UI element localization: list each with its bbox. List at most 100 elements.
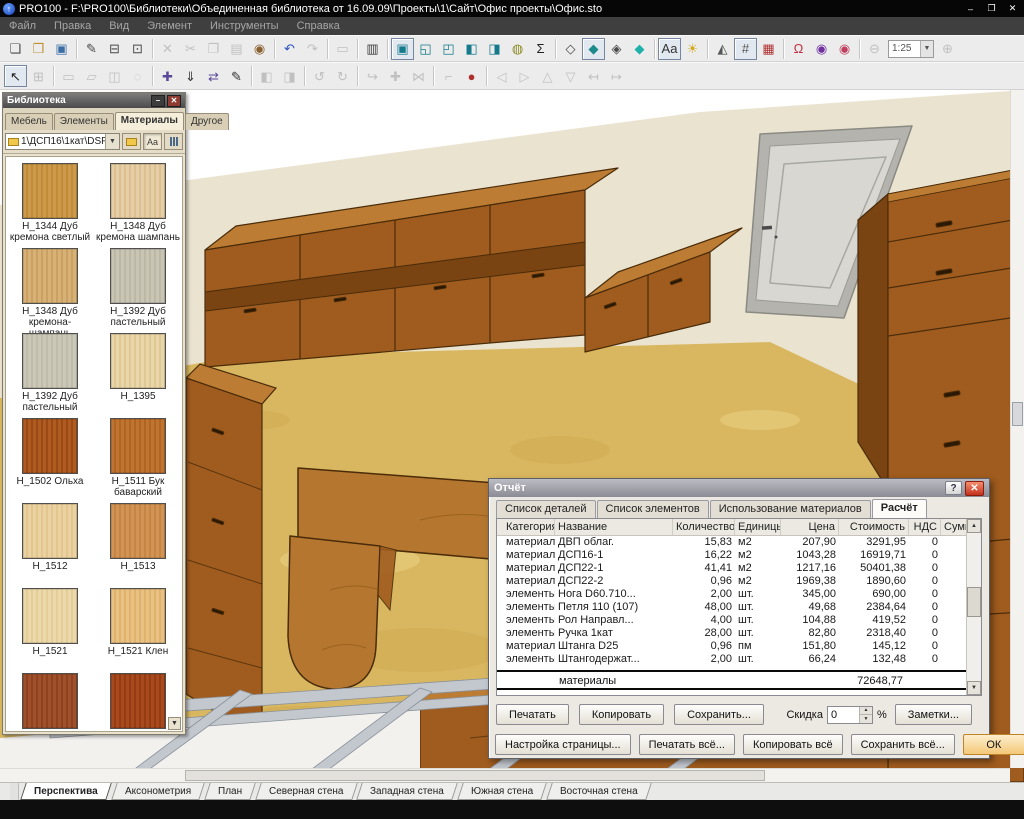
save-all-button[interactable]: Сохранить всё... xyxy=(851,734,955,755)
edit-doc-button[interactable]: ✎ xyxy=(80,38,103,60)
view-north-wall-button[interactable]: ◧ xyxy=(460,38,483,60)
table-row[interactable]: элементыРучка 1кат28,00шт.82,802318,400 xyxy=(503,627,981,640)
chevron-down-icon[interactable]: ▼ xyxy=(105,134,119,149)
library-tab-elements[interactable]: Элементы xyxy=(54,113,114,130)
swatch-item[interactable]: Н_1395 xyxy=(94,333,182,418)
view-tabs-corner[interactable] xyxy=(10,783,19,800)
swatch-item[interactable]: Н_1520 xyxy=(6,673,94,732)
column-header[interactable]: Количество xyxy=(673,519,735,535)
view-plan-button[interactable]: ◰ xyxy=(437,38,460,60)
save-button[interactable]: Сохранить... xyxy=(674,704,764,725)
swatch-item[interactable]: Н_1348 Дуб кремона шампань xyxy=(94,163,182,248)
library-minimize-button[interactable]: – xyxy=(151,95,165,107)
viewport-3d[interactable]: Библиотека – ✕ МебельЭлементыМатериалыДр… xyxy=(0,90,1024,782)
copy-button[interactable]: Копировать xyxy=(579,704,664,725)
menu-file[interactable]: Файл xyxy=(0,20,45,32)
view-tab-plan[interactable]: План xyxy=(204,783,256,800)
viewport-horizontal-scrollbar[interactable] xyxy=(0,768,1010,782)
column-header[interactable]: Название xyxy=(555,519,673,535)
swatch-item[interactable]: Н_1512 xyxy=(6,503,94,588)
restore-button[interactable]: ❐ xyxy=(983,2,1000,16)
close-button[interactable]: ✕ xyxy=(1004,2,1021,16)
material-swatch[interactable] xyxy=(110,163,166,219)
report-tab-calculation[interactable]: Расчёт xyxy=(872,499,927,518)
material-swatch[interactable] xyxy=(110,248,166,304)
view-axonometry-button[interactable]: ◱ xyxy=(414,38,437,60)
table-row[interactable]: материалыДСП22-141,41м21217,1650401,380 xyxy=(503,562,981,575)
column-header[interactable]: Сумма Н... xyxy=(941,519,968,535)
column-header[interactable]: Стоимость xyxy=(839,519,909,535)
table-row[interactable]: элементыРол Направл...4,00шт.104,88419,5… xyxy=(503,614,981,627)
help-button[interactable]: ? xyxy=(945,481,962,495)
shadows-button[interactable]: ◭ xyxy=(711,38,734,60)
table-row[interactable]: материалыДВП облаг.15,83м2207,903291,950 xyxy=(503,536,981,549)
view-tab-east-wall[interactable]: Восточная стена xyxy=(547,783,652,800)
print-preview-button[interactable]: ⊡ xyxy=(126,38,149,60)
orbit-button[interactable]: ◉ xyxy=(810,38,833,60)
print-all-button[interactable]: Печатать всё... xyxy=(639,734,735,755)
move-mode-button[interactable]: ⇄ xyxy=(202,65,225,87)
library-close-button[interactable]: ✕ xyxy=(167,95,181,107)
ok-button[interactable]: ОК xyxy=(963,734,1024,755)
view-tab-north-wall[interactable]: Северная стена xyxy=(255,783,357,800)
material-swatch[interactable] xyxy=(110,673,166,729)
view-values-button[interactable]: ◍ xyxy=(506,38,529,60)
column-header[interactable]: Цена xyxy=(781,519,839,535)
draw-pencil-button[interactable]: ✎ xyxy=(225,65,248,87)
report-table-scrollbar[interactable]: ▲ ▼ xyxy=(966,519,981,695)
table-row[interactable]: элементыНога D60.710...2,00шт.345,00690,… xyxy=(503,588,981,601)
print-button[interactable]: ⊟ xyxy=(103,38,126,60)
open-button[interactable]: ❒ xyxy=(27,38,50,60)
swatch-item[interactable]: Н_1513 xyxy=(94,503,182,588)
folder-up-button[interactable] xyxy=(122,133,141,150)
scroll-up-icon[interactable]: ▲ xyxy=(967,519,981,533)
shaded-cube-button[interactable]: ◆ xyxy=(628,38,651,60)
text-labels-button[interactable]: Aa xyxy=(658,38,681,60)
report-tab-materials-usage[interactable]: Использование материалов xyxy=(710,500,871,518)
viewport-vertical-scrollbar[interactable] xyxy=(1010,90,1024,768)
view-perspective-button[interactable]: ▣ xyxy=(391,38,414,60)
table-row[interactable]: материалыШтанга D250,96пм151,80145,120 xyxy=(503,640,981,653)
material-swatch[interactable] xyxy=(110,418,166,474)
magnet-button[interactable]: Ω xyxy=(787,38,810,60)
library-tab-other[interactable]: Другое xyxy=(185,113,229,130)
material-swatch[interactable] xyxy=(22,163,78,219)
material-sphere-button[interactable]: ● xyxy=(460,65,483,87)
undo-button[interactable]: ↶ xyxy=(278,38,301,60)
table-row[interactable]: элементыПетля 110 (107)48,00шт.49,682384… xyxy=(503,601,981,614)
view-tab-south-wall[interactable]: Южная стена xyxy=(457,783,547,800)
light-button[interactable]: ☀ xyxy=(681,38,704,60)
material-swatch[interactable] xyxy=(22,673,78,729)
menu-view[interactable]: Вид xyxy=(100,20,138,32)
new-button[interactable]: ❏ xyxy=(4,38,27,60)
library-tab-furniture[interactable]: Мебель xyxy=(5,113,53,130)
library-tab-materials[interactable]: Материалы xyxy=(115,112,184,130)
solid-cube-button[interactable]: ◆ xyxy=(582,38,605,60)
table-row[interactable]: материалыДСП22-20,96м21969,381890,600 xyxy=(503,575,981,588)
view-tab-perspective[interactable]: Перспектива xyxy=(20,783,111,800)
chevron-down-icon[interactable]: ▼ xyxy=(920,41,933,57)
render-button[interactable]: ◉ xyxy=(833,38,856,60)
swatch-item[interactable]: Н_1502 Ольха xyxy=(6,418,94,503)
sort-alphabetical-button[interactable]: Аa xyxy=(143,133,162,150)
drop-to-floor-button[interactable]: ⇓ xyxy=(179,65,202,87)
library-scroll-down-button[interactable]: ▼ xyxy=(168,717,181,730)
swatch-item[interactable]: Н_1348 Дуб кремона-шампань xyxy=(6,248,94,333)
snap-to-grid-button[interactable]: ✚ xyxy=(156,65,179,87)
column-header[interactable]: НДС xyxy=(909,519,941,535)
outline-cube-button[interactable]: ◈ xyxy=(605,38,628,60)
grid-button[interactable]: ▦ xyxy=(757,38,780,60)
spinner-down-icon[interactable]: ▼ xyxy=(860,715,872,723)
material-swatch[interactable] xyxy=(22,418,78,474)
material-swatch[interactable] xyxy=(110,333,166,389)
table-row[interactable]: элементыШтангодержат...2,00шт.66,24132,4… xyxy=(503,653,981,666)
snapshot-button[interactable]: ◉ xyxy=(248,38,271,60)
discount-spinner[interactable]: 0 ▲ ▼ xyxy=(827,706,873,724)
report-button[interactable]: ▥ xyxy=(361,38,384,60)
view-west-wall-button[interactable]: ◨ xyxy=(483,38,506,60)
library-path-combo[interactable]: 1\ДСП16\1кат\DSP Eg ▼ xyxy=(5,133,120,150)
viewport-vscroll-thumb[interactable] xyxy=(1012,402,1023,426)
menu-help[interactable]: Справка xyxy=(288,20,349,32)
menu-edit[interactable]: Правка xyxy=(45,20,100,32)
swatch-item[interactable]: Н_1521 xyxy=(6,588,94,673)
